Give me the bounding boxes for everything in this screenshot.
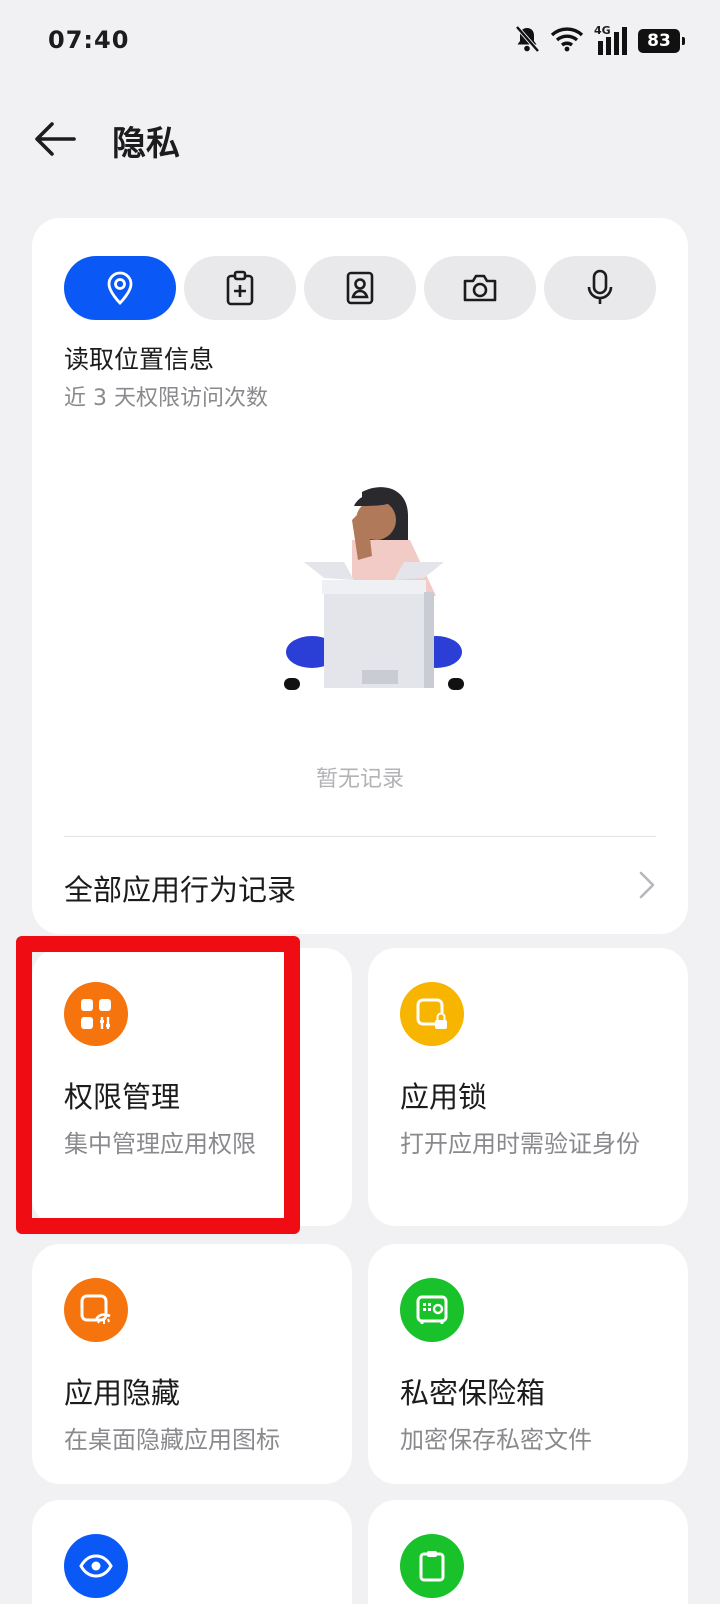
tile-icon-wrapper xyxy=(64,1278,128,1342)
permission-usage-card: 读取位置信息 近 3 天权限访问次数 暂无记录 全部应用行为记录 xyxy=(32,218,688,934)
safe-icon xyxy=(416,1295,448,1324)
clipboard-icon xyxy=(419,1551,445,1582)
empty-state-text: 暂无记录 xyxy=(315,767,404,792)
page-header: 隐私 xyxy=(0,100,720,180)
tab-camera[interactable] xyxy=(424,256,536,320)
page-title: 隐私 xyxy=(112,124,180,164)
mute-bell-icon xyxy=(514,25,540,57)
tile-private-safe[interactable]: 私密保险箱 加密保存私密文件 xyxy=(368,1244,688,1484)
status-time: 07:40 xyxy=(48,26,130,54)
status-icons: 4G 83 xyxy=(514,24,685,57)
tile-icon-wrapper xyxy=(400,1534,464,1598)
tab-microphone[interactable] xyxy=(544,256,656,320)
tab-clipboard[interactable] xyxy=(184,256,296,320)
permission-subtitle: 近 3 天权限访问次数 xyxy=(64,386,268,411)
clipboard-plus-icon xyxy=(226,270,254,306)
battery-indicator: 83 xyxy=(638,29,685,53)
permission-tabs xyxy=(64,256,656,320)
tab-location[interactable] xyxy=(64,256,176,320)
all-app-behavior-records-row[interactable]: 全部应用行为记录 xyxy=(32,837,688,934)
tile-partial-right[interactable] xyxy=(368,1500,688,1604)
all-records-label: 全部应用行为记录 xyxy=(64,873,297,907)
microphone-icon xyxy=(587,269,613,304)
tile-app-lock[interactable]: 应用锁 打开应用时需验证身份 xyxy=(368,948,688,1226)
app-lock-icon xyxy=(416,998,447,1029)
tab-contacts[interactable] xyxy=(304,256,416,320)
back-button[interactable] xyxy=(30,114,80,164)
tile-icon-wrapper xyxy=(400,1278,464,1342)
cellular-signal-icon: 4G xyxy=(594,24,628,55)
tile-description: 加密保存私密文件 xyxy=(400,1426,592,1454)
location-icon xyxy=(107,271,133,305)
camera-icon xyxy=(463,274,497,302)
highlight-annotation xyxy=(16,936,300,1234)
eye-icon xyxy=(79,1554,113,1578)
tile-description: 打开应用时需验证身份 xyxy=(400,1130,640,1158)
arrow-left-icon xyxy=(35,122,76,156)
tile-title: 应用隐藏 xyxy=(64,1376,181,1410)
hidden-app-icon xyxy=(80,1294,111,1324)
status-bar: 07:40 4G 83 xyxy=(0,0,720,80)
tile-title: 私密保险箱 xyxy=(400,1376,546,1410)
tile-description: 在桌面隐藏应用图标 xyxy=(64,1426,280,1454)
tile-partial-left[interactable] xyxy=(32,1500,352,1604)
tile-title: 应用锁 xyxy=(400,1080,488,1114)
wifi-icon xyxy=(550,26,584,56)
tile-icon-wrapper xyxy=(400,982,464,1046)
permission-title: 读取位置信息 xyxy=(64,345,215,374)
empty-state-illustration xyxy=(284,487,464,690)
tile-icon-wrapper xyxy=(64,1534,128,1598)
chevron-right-icon xyxy=(639,871,655,899)
contact-card-icon xyxy=(346,271,374,305)
tile-app-hiding[interactable]: 应用隐藏 在桌面隐藏应用图标 xyxy=(32,1244,352,1484)
